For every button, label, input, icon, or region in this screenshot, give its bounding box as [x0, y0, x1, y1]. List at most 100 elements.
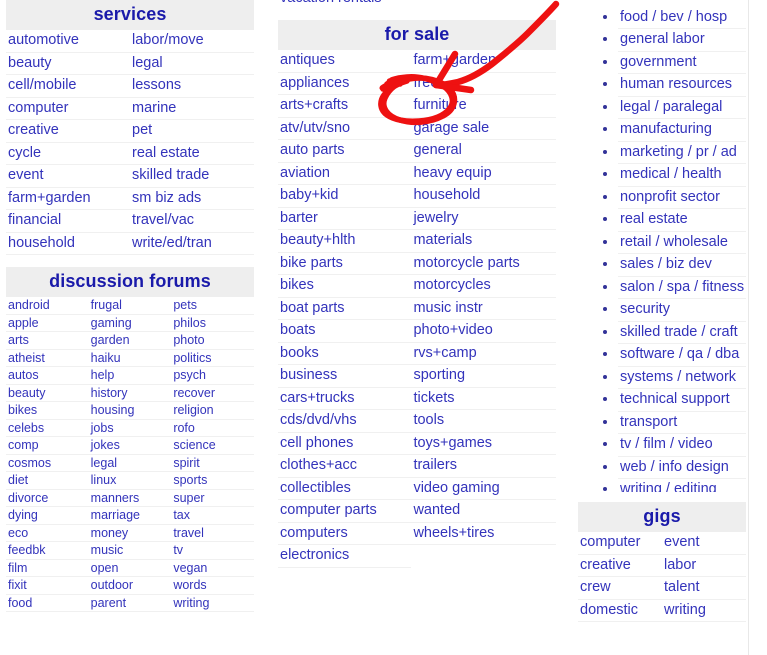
link-job-software-qa-dba[interactable]: software / qa / dba — [618, 344, 746, 366]
link-services-creative[interactable]: creative — [6, 120, 130, 142]
link-gig-talent[interactable]: talent — [662, 577, 746, 599]
link-forum-linux[interactable]: linux — [89, 472, 172, 489]
link-gig-event[interactable]: event — [662, 532, 746, 554]
link-forsale-photo-video[interactable]: photo+video — [411, 320, 556, 342]
link-services-cell-mobile[interactable]: cell/mobile — [6, 75, 130, 97]
link-job-nonprofit-sector[interactable]: nonprofit sector — [618, 187, 746, 209]
link-services-marine[interactable]: marine — [130, 98, 254, 120]
link-forsale-rvs-camp[interactable]: rvs+camp — [411, 343, 556, 365]
link-services-farm-garden[interactable]: farm+garden — [6, 188, 130, 210]
link-services-automotive[interactable]: automotive — [6, 30, 130, 52]
link-forsale-motorcycles[interactable]: motorcycles — [411, 275, 556, 297]
link-forum-autos[interactable]: autos — [6, 367, 89, 384]
link-forsale-furniture[interactable]: furniture — [411, 95, 556, 117]
link-forum-travel[interactable]: travel — [171, 525, 254, 542]
link-job-human-resources[interactable]: human resources — [618, 74, 746, 96]
link-forsale-business[interactable]: business — [278, 365, 411, 387]
link-forsale-appliances[interactable]: appliances — [278, 73, 411, 95]
link-job-government[interactable]: government — [618, 52, 746, 74]
link-gig-crew[interactable]: crew — [578, 577, 662, 599]
link-forsale-trailers[interactable]: trailers — [411, 455, 556, 477]
link-forum-open[interactable]: open — [89, 560, 172, 577]
link-forum-manners[interactable]: manners — [89, 490, 172, 507]
link-job-transport[interactable]: transport — [618, 412, 746, 434]
link-services-travel-vac[interactable]: travel/vac — [130, 210, 254, 232]
link-forum-cosmos[interactable]: cosmos — [6, 455, 89, 472]
link-job-security[interactable]: security — [618, 299, 746, 321]
link-forsale-music-instr[interactable]: music instr — [411, 298, 556, 320]
link-forsale-toys-games[interactable]: toys+games — [411, 433, 556, 455]
link-forum-garden[interactable]: garden — [89, 332, 172, 349]
link-forsale-atv-utv-sno[interactable]: atv/utv/sno — [278, 118, 411, 140]
link-forsale-bike-parts[interactable]: bike parts — [278, 253, 411, 275]
link-services-skilled-trade[interactable]: skilled trade — [130, 165, 254, 187]
link-forum-help[interactable]: help — [89, 367, 172, 384]
link-forum-housing[interactable]: housing — [89, 402, 172, 419]
link-forum-atheist[interactable]: atheist — [6, 350, 89, 367]
link-forsale-barter[interactable]: barter — [278, 208, 411, 230]
link-forum-history[interactable]: history — [89, 385, 172, 402]
link-forsale-wheels-tires[interactable]: wheels+tires — [411, 523, 556, 545]
link-forum-frugal[interactable]: frugal — [89, 297, 172, 314]
link-job-skilled-trade-craft[interactable]: skilled trade / craft — [618, 322, 746, 344]
link-forum-celebs[interactable]: celebs — [6, 420, 89, 437]
link-forsale-cars-trucks[interactable]: cars+trucks — [278, 388, 411, 410]
link-forum-film[interactable]: film — [6, 560, 89, 577]
link-forum-pets[interactable]: pets — [171, 297, 254, 314]
link-forsale-jewelry[interactable]: jewelry — [411, 208, 556, 230]
link-services-labor-move[interactable]: labor/move — [130, 30, 254, 52]
link-forum-beauty[interactable]: beauty — [6, 385, 89, 402]
link-forsale-sporting[interactable]: sporting — [411, 365, 556, 387]
link-forum-haiku[interactable]: haiku — [89, 350, 172, 367]
link-forum-writing[interactable]: writing — [171, 595, 254, 612]
link-forsale-general[interactable]: general — [411, 140, 556, 162]
link-forsale-electronics[interactable]: electronics — [278, 545, 411, 567]
link-forsale-household[interactable]: household — [411, 185, 556, 207]
link-job-salon-spa-fitness[interactable]: salon / spa / fitness — [618, 277, 746, 299]
link-forum-eco[interactable]: eco — [6, 525, 89, 542]
link-forsale-boat-parts[interactable]: boat parts — [278, 298, 411, 320]
link-job-writing-editing[interactable]: writing / editing — [618, 479, 746, 492]
link-job-manufacturing[interactable]: manufacturing — [618, 119, 746, 141]
link-gig-creative[interactable]: creative — [578, 555, 662, 577]
link-forum-science[interactable]: science — [171, 437, 254, 454]
link-forsale-cds-dvd-vhs[interactable]: cds/dvd/vhs — [278, 410, 411, 432]
link-forum-philos[interactable]: philos — [171, 315, 254, 332]
link-forum-android[interactable]: android — [6, 297, 89, 314]
link-forum-jobs[interactable]: jobs — [89, 420, 172, 437]
link-gig-labor[interactable]: labor — [662, 555, 746, 577]
link-forum-diet[interactable]: diet — [6, 472, 89, 489]
link-job-food-bev-hosp[interactable]: food / bev / hosp — [618, 7, 746, 29]
link-forum-feedbk[interactable]: feedbk — [6, 542, 89, 559]
link-forsale-farm-garden[interactable]: farm+garden — [411, 50, 556, 72]
link-forum-outdoor[interactable]: outdoor — [89, 577, 172, 594]
link-job-legal-paralegal[interactable]: legal / paralegal — [618, 97, 746, 119]
link-forum-divorce[interactable]: divorce — [6, 490, 89, 507]
link-job-sales-biz-dev[interactable]: sales / biz dev — [618, 254, 746, 276]
link-forsale-baby-kid[interactable]: baby+kid — [278, 185, 411, 207]
link-services-household[interactable]: household — [6, 233, 130, 255]
link-forum-apple[interactable]: apple — [6, 315, 89, 332]
link-forum-religion[interactable]: religion — [171, 402, 254, 419]
link-forsale-collectibles[interactable]: collectibles — [278, 478, 411, 500]
link-job-technical-support[interactable]: technical support — [618, 389, 746, 411]
link-forum-rofo[interactable]: rofo — [171, 420, 254, 437]
link-forum-photo[interactable]: photo — [171, 332, 254, 349]
link-forsale-heavy-equip[interactable]: heavy equip — [411, 163, 556, 185]
link-forsale-boats[interactable]: boats — [278, 320, 411, 342]
link-services-beauty[interactable]: beauty — [6, 53, 130, 75]
link-services-computer[interactable]: computer — [6, 98, 130, 120]
link-forsale-arts-crafts[interactable]: arts+crafts — [278, 95, 411, 117]
link-forum-bikes[interactable]: bikes — [6, 402, 89, 419]
link-forum-tax[interactable]: tax — [171, 507, 254, 524]
link-forsale-books[interactable]: books — [278, 343, 411, 365]
link-forum-arts[interactable]: arts — [6, 332, 89, 349]
link-gig-domestic[interactable]: domestic — [578, 600, 662, 622]
link-services-lessons[interactable]: lessons — [130, 75, 254, 97]
link-forsale-clothes-acc[interactable]: clothes+acc — [278, 455, 411, 477]
link-job-web-info-design[interactable]: web / info design — [618, 457, 746, 479]
link-forum-sports[interactable]: sports — [171, 472, 254, 489]
link-services-event[interactable]: event — [6, 165, 130, 187]
link-services-financial[interactable]: financial — [6, 210, 130, 232]
link-forsale-computers[interactable]: computers — [278, 523, 411, 545]
